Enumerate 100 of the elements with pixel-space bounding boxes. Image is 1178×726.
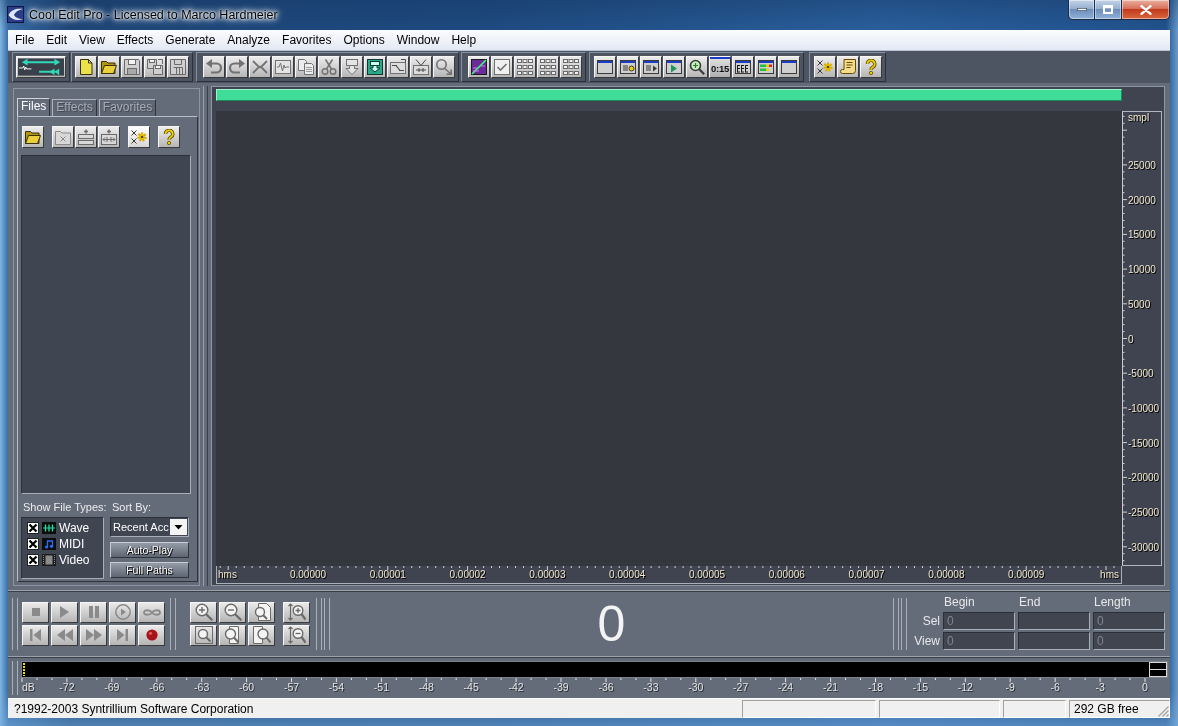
toolbar-button[interactable] — [778, 56, 800, 78]
tool-button[interactable] — [75, 126, 97, 148]
toolbar-button[interactable] — [860, 56, 882, 78]
toolbar-button[interactable] — [491, 56, 513, 78]
fast-forward-button[interactable] — [80, 624, 107, 646]
bar-arrows-icon — [101, 129, 117, 145]
floppy-disks-icon — [147, 59, 163, 75]
axis-label: -25000 — [1128, 507, 1160, 519]
toolbar-button[interactable] — [203, 56, 225, 78]
toolbar-button[interactable] — [341, 56, 363, 78]
box-down-arrow-icon — [344, 59, 360, 75]
menu-item[interactable]: Window — [390, 31, 446, 49]
toolbar-button[interactable] — [318, 56, 340, 78]
vertical-zoom-in-button[interactable] — [283, 601, 310, 623]
tool-button[interactable] — [128, 126, 150, 148]
toolbar-button[interactable] — [75, 56, 97, 78]
vertical-zoom-out-button[interactable] — [283, 624, 310, 646]
circled-play-icon — [114, 604, 131, 620]
toolbar-button[interactable] — [144, 56, 166, 78]
menu-item[interactable]: View — [73, 31, 111, 49]
axis-label: 25000 — [1128, 159, 1156, 172]
toolbar-button[interactable] — [410, 56, 432, 78]
menu-item[interactable]: Help — [445, 31, 483, 49]
scale-label: -42 — [508, 681, 524, 694]
overview-bar[interactable] — [216, 89, 1122, 101]
menu-item[interactable]: File — [9, 31, 41, 49]
menu-item[interactable]: Edit — [40, 31, 74, 49]
toolbar-button[interactable] — [167, 56, 189, 78]
scale-label: -3 — [1095, 681, 1105, 694]
option-button[interactable]: Auto-Play — [110, 542, 189, 558]
loop-button[interactable] — [138, 601, 165, 623]
menu-item[interactable]: Options — [337, 31, 391, 49]
play-icon — [60, 606, 69, 618]
time-format-button[interactable]: 0:15 — [709, 56, 731, 78]
menu-item[interactable]: Analyze — [221, 31, 277, 49]
toolbar-button[interactable] — [249, 56, 271, 78]
toolbar-button[interactable] — [837, 56, 859, 78]
zoom-button[interactable] — [219, 624, 246, 646]
toolbar-button[interactable] — [640, 56, 662, 78]
toolbar-button[interactable] — [98, 56, 120, 78]
toolbar-button[interactable] — [387, 56, 409, 78]
toolbar-button[interactable] — [755, 56, 777, 78]
tool-button[interactable] — [98, 126, 120, 148]
zoom-button[interactable] — [248, 601, 275, 623]
toolbar-button[interactable] — [468, 56, 490, 78]
scale-label: -33 — [643, 681, 659, 694]
toolbar-button[interactable] — [364, 56, 386, 78]
minimize-button[interactable] — [1068, 0, 1095, 20]
checkbox[interactable] — [27, 538, 39, 550]
skip-to-end-button[interactable] — [109, 624, 136, 646]
toolbar-button[interactable] — [663, 56, 685, 78]
checkbox[interactable] — [27, 522, 39, 534]
checkbox[interactable] — [27, 554, 39, 566]
menu-item[interactable]: Favorites — [276, 31, 338, 49]
play-button[interactable] — [51, 601, 78, 623]
close-button[interactable] — [1122, 0, 1170, 20]
maximize-button[interactable] — [1095, 0, 1122, 20]
waveform-frame-icon — [275, 59, 291, 75]
time-field[interactable] — [1018, 632, 1090, 650]
record-button[interactable] — [138, 624, 165, 646]
toolbar-button[interactable] — [537, 56, 559, 78]
toolbar-button[interactable] — [560, 56, 582, 78]
scale-label: -36 — [598, 681, 614, 694]
toolbar-button[interactable] — [594, 56, 616, 78]
stop-button[interactable] — [22, 601, 49, 623]
tab[interactable]: Files — [17, 98, 51, 116]
toolbar-button[interactable] — [617, 56, 639, 78]
toolbar-button[interactable] — [686, 56, 708, 78]
toolbar-button[interactable] — [272, 56, 294, 78]
toolbar-button[interactable] — [732, 56, 754, 78]
column-header: End — [1018, 595, 1042, 610]
toolbar-button[interactable] — [295, 56, 317, 78]
toolbar-button[interactable] — [433, 56, 455, 78]
pause-button[interactable] — [80, 601, 107, 623]
tool-button[interactable] — [22, 126, 44, 148]
record-icon — [145, 629, 158, 641]
stop-icon — [31, 608, 40, 616]
column-header: Begin — [943, 595, 976, 610]
toolbar-button[interactable] — [226, 56, 248, 78]
vertical-zoom-out-icon — [287, 626, 306, 644]
tool-button[interactable] — [52, 126, 74, 148]
tool-button[interactable] — [158, 126, 180, 148]
rewind-button[interactable] — [51, 624, 78, 646]
zoom-button[interactable] — [190, 624, 217, 646]
toolbar-button[interactable] — [814, 56, 836, 78]
zoom-button[interactable] — [248, 624, 275, 646]
skip-to-start-button[interactable] — [22, 624, 49, 646]
play-to-end-button[interactable] — [109, 601, 136, 623]
window-title: Cool Edit Pro - Licensed to Marco Hardmeier — [29, 8, 278, 22]
toolbar-button[interactable] — [514, 56, 536, 78]
scale-label: -6 — [1050, 681, 1060, 694]
menu-item[interactable]: Effects — [110, 31, 160, 49]
scale-label: -63 — [194, 681, 210, 694]
toolbar-button[interactable] — [121, 56, 143, 78]
zoom-in-button[interactable] — [190, 601, 217, 623]
sort-dropdown[interactable]: Recent Acc — [110, 517, 189, 537]
zoom-out-button[interactable] — [219, 601, 246, 623]
time-field[interactable] — [1018, 612, 1090, 630]
menu-item[interactable]: Generate — [159, 31, 222, 49]
option-button[interactable]: Full Paths — [110, 562, 189, 578]
